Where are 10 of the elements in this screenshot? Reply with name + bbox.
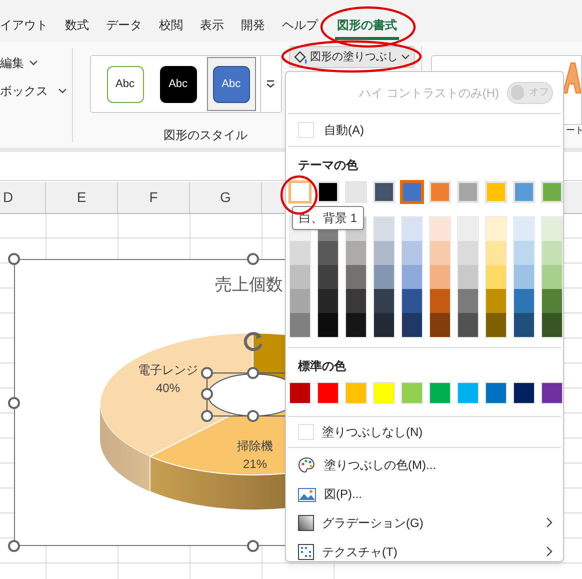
section-heading: テーマの色: [297, 157, 358, 174]
menu-label: ハイ コントラストのみ(H): [359, 84, 499, 102]
data-label: 40%: [156, 380, 180, 397]
data-label: 電子レンジ: [138, 362, 198, 379]
section-heading: 標準の色: [296, 358, 346, 375]
group-label: ート: [566, 124, 582, 137]
data-label: 21%: [242, 456, 268, 473]
chart-title: 売上個数: [215, 274, 283, 296]
data-label: 掃除機: [237, 438, 273, 455]
group-label: 図形のスタイル: [164, 127, 248, 144]
